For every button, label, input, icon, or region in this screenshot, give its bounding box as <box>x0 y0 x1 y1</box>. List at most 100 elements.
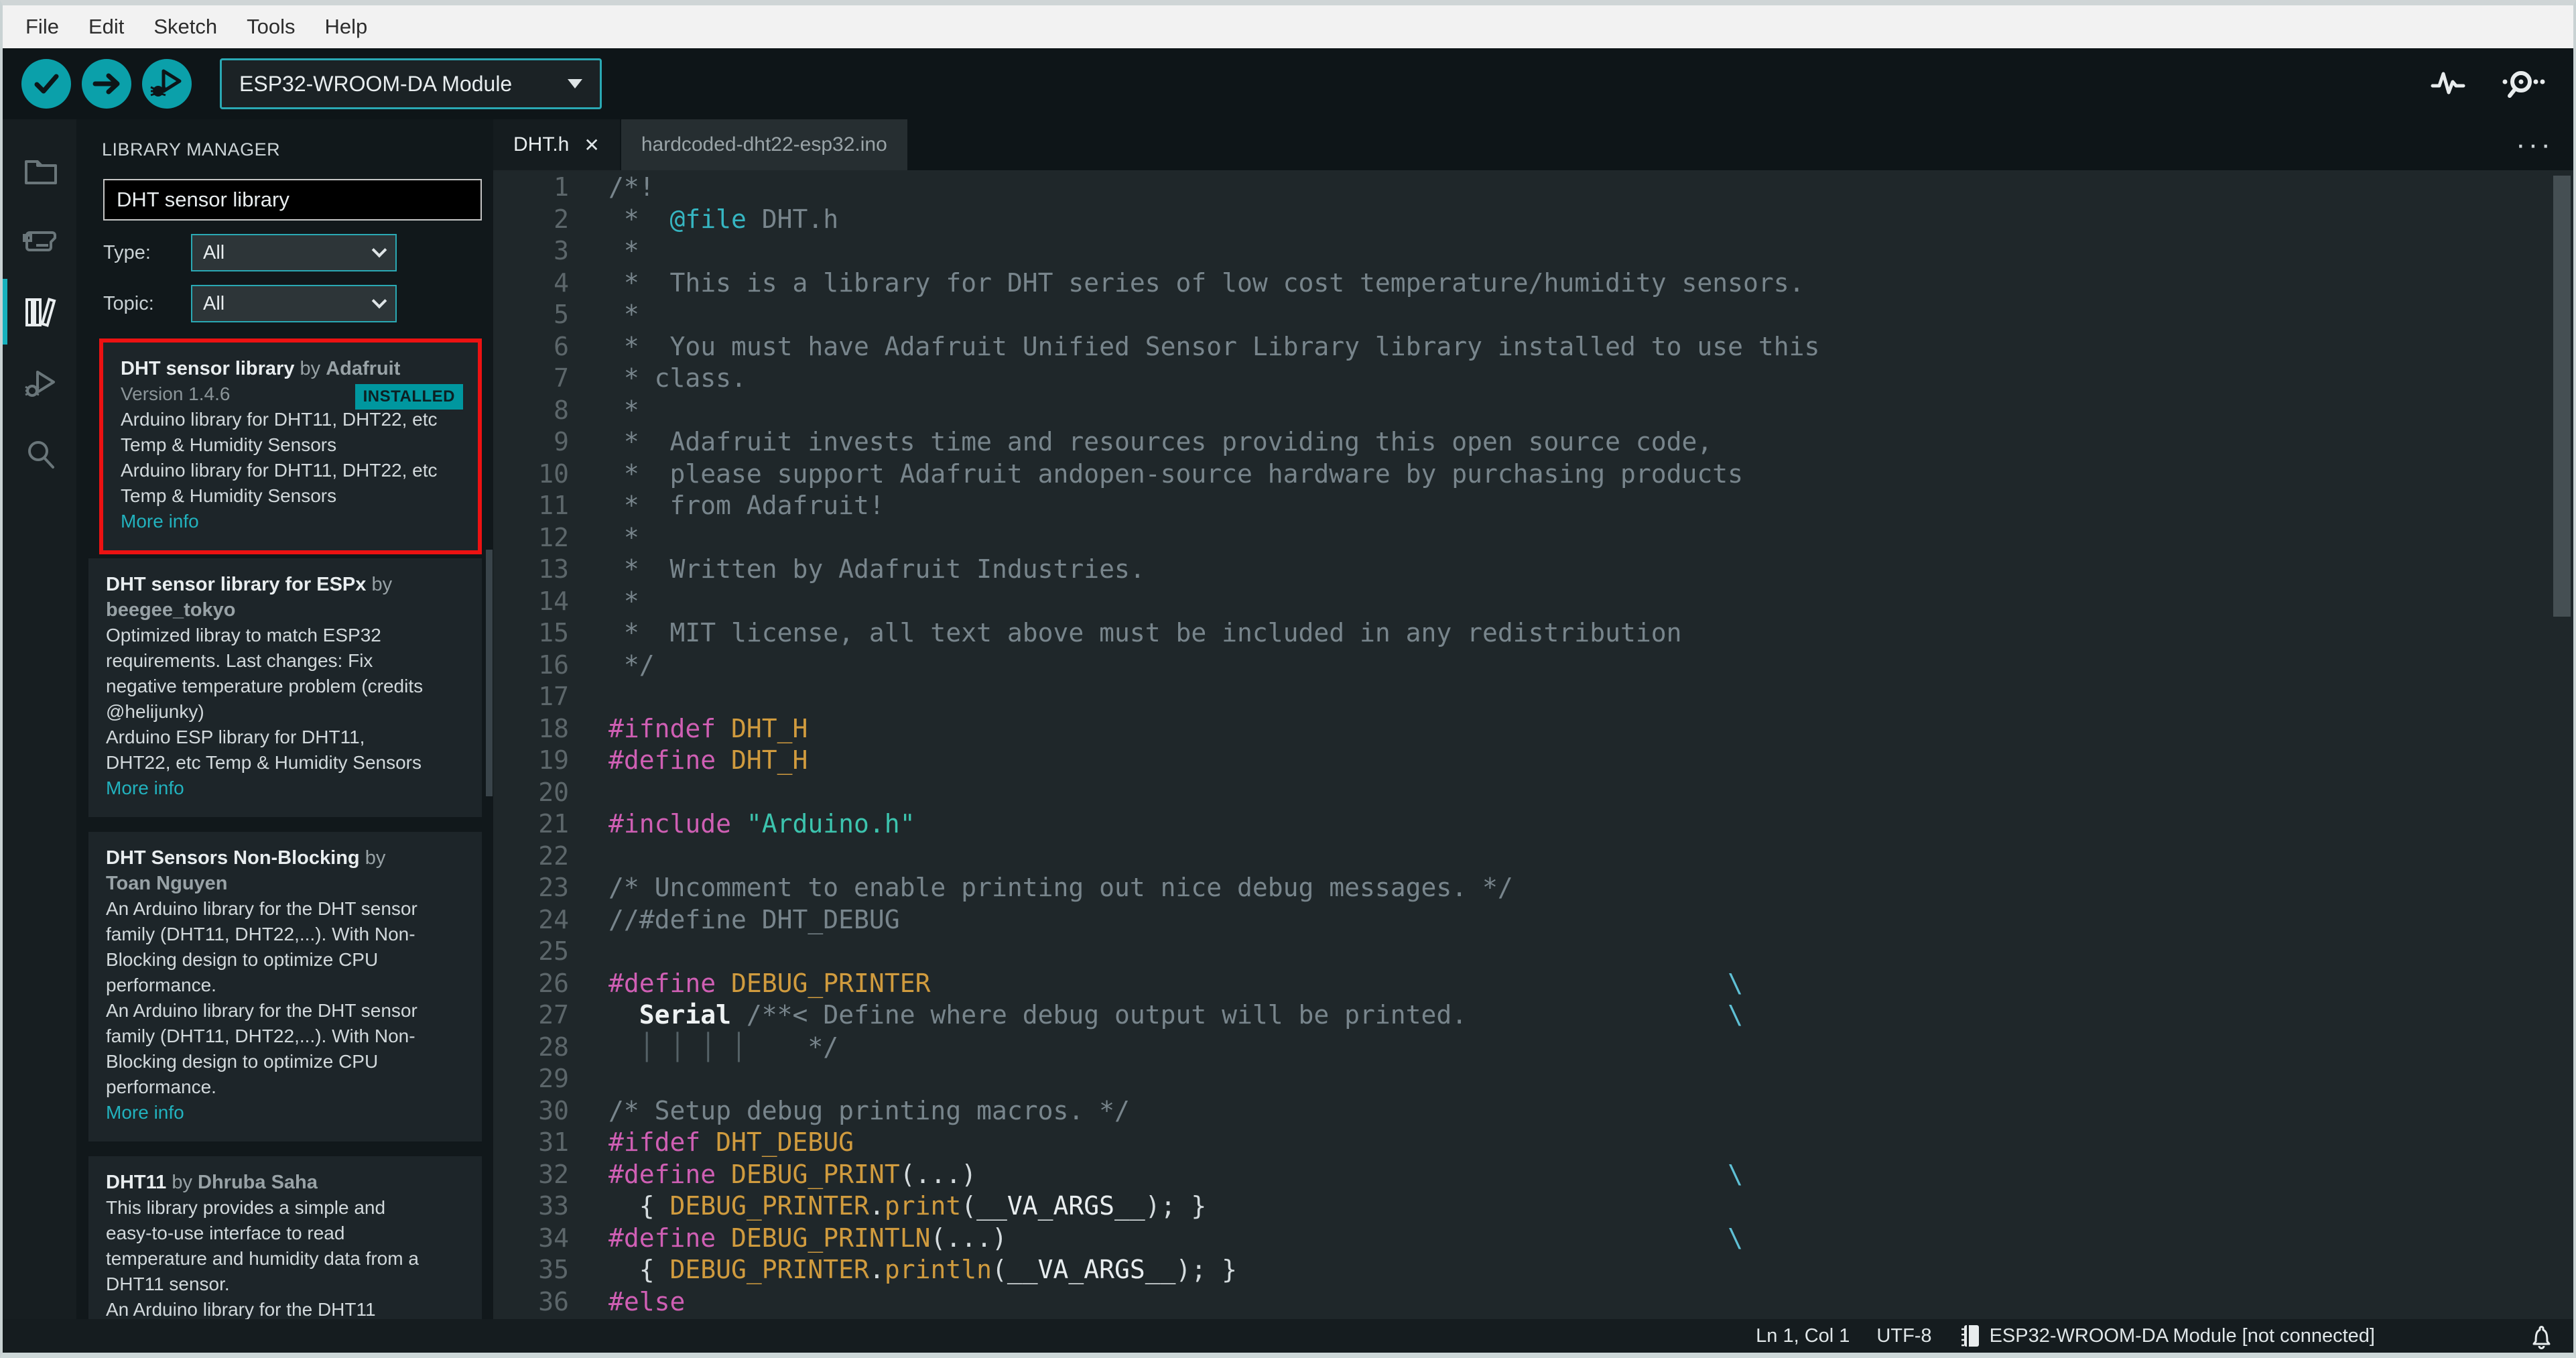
library-card[interactable]: DHT Sensors Non-Blocking by Toan Nguyen A… <box>88 832 482 1141</box>
code-line: 37#define DEBUG_PRINT(...) \ <box>493 1318 2573 1319</box>
library-search-input[interactable] <box>103 179 482 221</box>
library-card[interactable]: DHT sensor library for ESPx by beegee_to… <box>88 558 482 817</box>
sidebar-item-debug-bug[interactable] <box>3 347 76 418</box>
debug-button[interactable] <box>142 59 192 109</box>
toolbar: ESP32-WROOM-DA Module <box>3 48 2573 119</box>
line-number: 9 <box>554 427 569 456</box>
code-line-text: /*! <box>608 172 655 202</box>
serial-monitor-button[interactable] <box>2496 64 2547 103</box>
line-number: 23 <box>538 873 569 902</box>
code-line-text: * <box>608 395 639 425</box>
filter-value: All <box>203 241 225 263</box>
filter-select-topic[interactable]: All <box>191 285 397 322</box>
line-number: 1 <box>554 172 569 202</box>
code-line-text: #ifndef DHT_H <box>608 713 808 743</box>
menu-item-tools[interactable]: Tools <box>232 15 310 39</box>
filter-label: Topic: <box>103 292 154 314</box>
code-line: 7 * class. <box>493 363 2573 395</box>
tab-hardcoded-dht22-esp32.ino[interactable]: hardcoded-dht22-esp32.ino <box>621 119 909 170</box>
code-line-text: * MIT license, all text above must be in… <box>608 618 1682 647</box>
code-line-text: #ifdef DHT_DEBUG <box>608 1127 854 1157</box>
library-filters: Type: All Topic: All <box>76 221 493 322</box>
code-editor[interactable]: 1/*! 2 * @file DHT.h 3 * 4 * This is a libr… <box>493 170 2573 1319</box>
more-actions-icon[interactable]: ··· <box>2516 128 2553 162</box>
code-line: 23 /* Uncomment to enable printing out ni… <box>493 872 2573 904</box>
line-number: 7 <box>554 363 569 393</box>
code-line-text: * <box>608 300 639 329</box>
library-card[interactable]: DHT11 by Dhruba Saha This library provide… <box>88 1156 482 1319</box>
line-number: 17 <box>538 682 569 711</box>
code-line-text: * Adafruit invests time and resources pr… <box>608 427 1713 456</box>
line-number: 3 <box>554 236 569 265</box>
code-line-text: * class. <box>608 363 747 393</box>
library-card[interactable]: DHT sensor library by Adafruit Version 1.… <box>103 343 478 550</box>
board-selector[interactable]: ESP32-WROOM-DA Module <box>220 58 602 109</box>
close-icon[interactable]: ✕ <box>584 134 599 156</box>
code-line: 24 //#define DHT_DEBUG <box>493 904 2573 936</box>
more-info-link[interactable]: More info <box>106 776 466 801</box>
library-author: Toan Nguyen <box>106 873 228 894</box>
code-line: 16 */ <box>493 650 2573 682</box>
code-line: 34 #define DEBUG_PRINTLN(...) \ <box>493 1223 2573 1255</box>
filter-select-type[interactable]: All <box>191 234 397 271</box>
line-number: 16 <box>538 650 569 680</box>
line-number: 14 <box>538 586 569 616</box>
search-icon <box>21 435 58 473</box>
code-line: 32 #define DEBUG_PRINT(...) \ <box>493 1159 2573 1191</box>
more-info-link[interactable]: More info <box>106 1100 466 1125</box>
line-number: 27 <box>538 1000 569 1030</box>
menu-item-edit[interactable]: Edit <box>74 15 139 39</box>
code-line: 4 * This is a library for DHT series of … <box>493 267 2573 300</box>
notifications-button[interactable] <box>2529 1322 2553 1349</box>
sidebar-item-sketchbook-folder[interactable] <box>3 134 76 205</box>
library-name: DHT sensor library <box>121 358 295 379</box>
editor-scrollbar[interactable] <box>2553 176 2571 617</box>
library-description: Arduino library for DHT11, DHT22, etc Te… <box>121 460 438 506</box>
menu-item-sketch[interactable]: Sketch <box>139 15 232 39</box>
filter-value: All <box>203 292 225 314</box>
tab-dht.h[interactable]: DHT.h ✕ <box>493 119 621 170</box>
code-line: 1 /*! <box>493 172 2573 204</box>
line-number: 30 <box>538 1095 569 1125</box>
line-number: 18 <box>538 713 569 743</box>
code-line: 29 <box>493 1063 2573 1095</box>
code-line: 12 * <box>493 522 2573 554</box>
line-number: 20 <box>538 777 569 807</box>
sidebar-item-library-manager-books[interactable] <box>3 276 76 347</box>
line-number: 21 <box>538 809 569 839</box>
filter-label: Type: <box>103 241 151 263</box>
code-line-text: #else <box>608 1286 686 1316</box>
library-author: Dhruba Saha <box>198 1172 318 1193</box>
chip-icon <box>1961 1325 1979 1347</box>
code-line: 25 <box>493 936 2573 968</box>
line-number: 24 <box>538 904 569 934</box>
installed-badge: INSTALLED <box>355 384 463 410</box>
chevron-down-icon <box>568 79 582 88</box>
upload-button[interactable] <box>82 59 131 109</box>
line-number: 5 <box>554 300 569 329</box>
tab-label: DHT.h <box>513 133 570 156</box>
sidebar-item-search[interactable] <box>3 418 76 489</box>
cursor-position[interactable]: Ln 1, Col 1 <box>1756 1325 1850 1347</box>
library-card-title: DHT sensor library for ESPx by beegee_to… <box>106 572 434 623</box>
chevron-down-icon <box>371 293 387 309</box>
sidebar-item-boards-manager[interactable] <box>3 205 76 276</box>
menu-item-file[interactable]: File <box>11 15 74 39</box>
verify-button[interactable] <box>21 59 71 109</box>
board-status[interactable]: ESP32-WROOM-DA Module [not connected] <box>1959 1322 2375 1349</box>
serial-plotter-button[interactable] <box>2429 64 2467 103</box>
serial-plotter-icon <box>2429 64 2467 103</box>
code-line-text: #include "Arduino.h" <box>608 809 915 839</box>
library-description: An Arduino library for the DHT sensor fa… <box>106 1000 417 1097</box>
code-line-text: * Written by Adafruit Industries. <box>608 554 1145 584</box>
code-line: 15 * MIT license, all text above must be… <box>493 617 2573 650</box>
code-line: 28 │ │ │ │ */ <box>493 1032 2573 1064</box>
library-list-scrollbar[interactable] <box>486 550 493 796</box>
line-number: 33 <box>538 1191 569 1221</box>
more-info-link[interactable]: More info <box>121 509 462 534</box>
library-manager-books-icon <box>20 293 59 330</box>
library-manager-panel: LIBRARY MANAGER Type: All Topic: All DHT se… <box>76 119 493 1319</box>
library-description: Optimized libray to match ESP32 requirem… <box>106 625 424 722</box>
menu-item-help[interactable]: Help <box>310 15 383 39</box>
encoding-indicator[interactable]: UTF-8 <box>1876 1325 1931 1347</box>
